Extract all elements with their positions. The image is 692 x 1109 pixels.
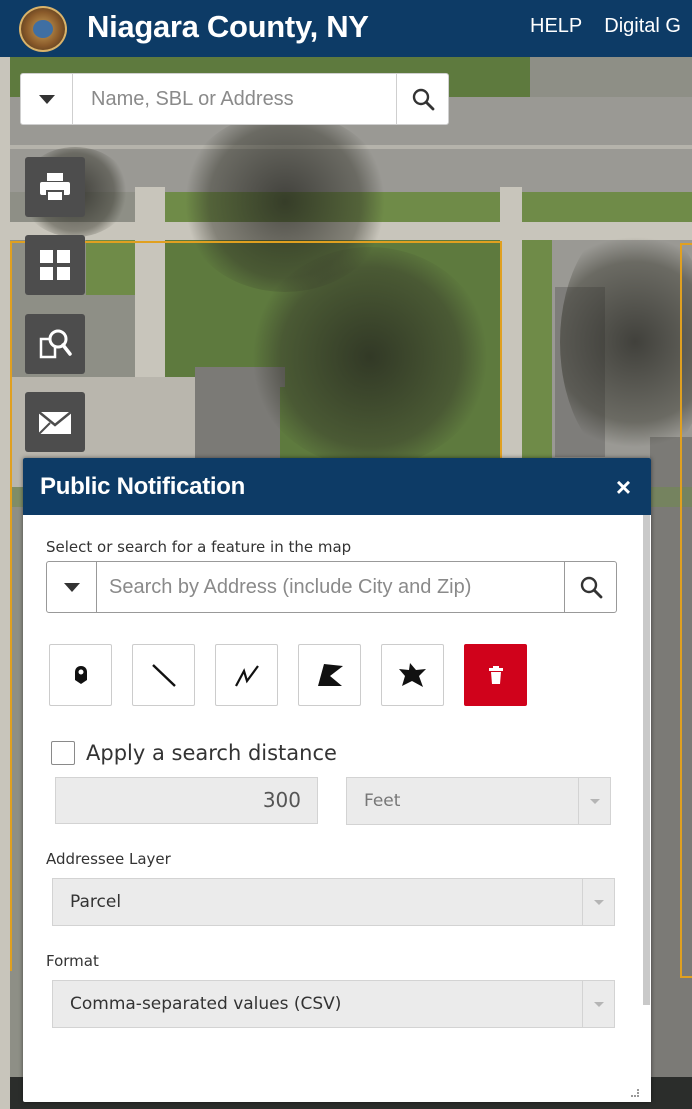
close-icon[interactable]: × — [616, 472, 631, 503]
help-link[interactable]: HELP — [530, 15, 582, 37]
grid-icon — [40, 250, 70, 280]
printer-icon — [40, 173, 70, 202]
panel-title: Public Notification — [40, 473, 245, 500]
chevron-down-icon — [582, 981, 614, 1027]
draw-polygon-button[interactable] — [298, 644, 361, 706]
header-links: HELP Digital G — [530, 15, 692, 38]
panel-body: Select or search for a feature in the ma… — [23, 515, 651, 1102]
document-search-icon — [39, 329, 72, 359]
freehand-polygon-icon — [398, 663, 426, 687]
app-header: Niagara County, NY HELP Digital G — [0, 0, 692, 57]
chevron-down-icon — [582, 879, 614, 925]
apply-distance-label[interactable]: Apply a search distance — [86, 741, 337, 765]
map-search-input[interactable] — [73, 74, 396, 124]
map-search-button[interactable] — [396, 74, 448, 124]
feature-search-source-dropdown[interactable] — [47, 562, 97, 612]
magnifier-icon — [580, 576, 602, 599]
app-title: Niagara County, NY — [87, 9, 369, 44]
panel-resize-handle[interactable] — [631, 1089, 639, 1097]
panel-scrollbar[interactable] — [642, 515, 651, 1102]
caret-down-icon — [38, 94, 55, 104]
distance-input[interactable]: 300 — [55, 777, 318, 824]
feature-search-button[interactable] — [564, 562, 616, 612]
basemap-gallery-button[interactable] — [25, 235, 85, 295]
draw-point-button[interactable] — [49, 644, 112, 706]
public-notification-panel: Public Notification × Select or search f… — [23, 458, 651, 1102]
chevron-down-icon — [578, 778, 610, 824]
select-feature-label: Select or search for a feature in the ma… — [46, 538, 352, 556]
county-seal-logo[interactable] — [19, 6, 67, 52]
scrollbar-thumb[interactable] — [643, 515, 650, 1005]
line-icon — [151, 664, 176, 687]
feature-search-input[interactable] — [97, 562, 564, 612]
feature-search-bar — [46, 561, 617, 613]
polygon-icon — [317, 664, 343, 686]
distance-unit-select[interactable]: Feet — [346, 777, 611, 825]
map-search-bar — [20, 73, 449, 125]
panel-header: Public Notification × — [23, 458, 651, 515]
addressee-layer-select[interactable]: Parcel — [52, 878, 615, 926]
point-icon — [74, 666, 87, 684]
trash-icon — [488, 666, 503, 684]
apply-distance-checkbox[interactable] — [51, 741, 75, 765]
format-label: Format — [46, 952, 99, 970]
search-source-dropdown[interactable] — [21, 74, 73, 124]
magnifier-icon — [412, 88, 434, 111]
polyline-icon — [234, 665, 259, 687]
draw-polyline-button[interactable] — [215, 644, 278, 706]
addressee-layer-label: Addressee Layer — [46, 850, 171, 868]
distance-unit-value: Feet — [364, 791, 401, 811]
print-tool-button[interactable] — [25, 157, 85, 217]
clear-graphics-button[interactable] — [464, 644, 527, 706]
public-notification-button[interactable] — [25, 392, 85, 452]
addressee-layer-value: Parcel — [70, 892, 122, 912]
format-select[interactable]: Comma-separated values (CSV) — [52, 980, 615, 1028]
envelope-icon — [38, 411, 72, 435]
draw-line-button[interactable] — [132, 644, 195, 706]
caret-down-icon — [63, 582, 80, 592]
apply-distance-row: Apply a search distance — [51, 741, 337, 765]
draw-freehand-button[interactable] — [381, 644, 444, 706]
search-report-button[interactable] — [25, 314, 85, 374]
format-value: Comma-separated values (CSV) — [70, 994, 342, 1014]
digital-link[interactable]: Digital G — [604, 15, 681, 37]
